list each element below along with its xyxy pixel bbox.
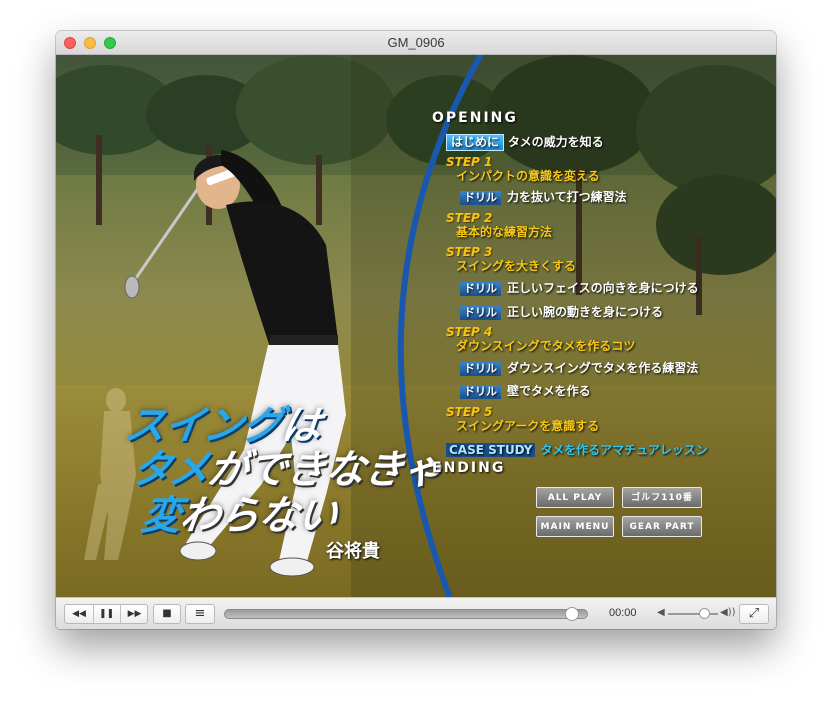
video-frame[interactable]: スイングは タメができなきゃ 変わらない 谷将貴 OPENING はじめに タメの… (56, 55, 776, 597)
pause-button[interactable]: ❚❚ (93, 605, 121, 623)
title-line-3: 変わらない (138, 493, 340, 539)
volume-knob[interactable] (699, 608, 710, 619)
gear-part-button[interactable]: GEAR PART (622, 516, 702, 537)
menu-item-step5[interactable]: STEP 5 スイングアークを意識する (446, 405, 599, 433)
menu-item-step4-drill2[interactable]: ドリル 壁でタメを作る (460, 382, 591, 399)
playlist-button[interactable]: ≡ (185, 604, 215, 624)
rewind-button[interactable]: ◀◀ (65, 605, 94, 623)
fullscreen-button[interactable]: ⤢ (739, 604, 769, 624)
menu-item-step1[interactable]: STEP 1 インパクトの意識を変える (446, 155, 600, 183)
time-display: 00:00 (609, 607, 637, 619)
forward-button[interactable]: ▶▶ (121, 605, 148, 623)
seek-bar[interactable] (224, 607, 588, 621)
menu-item-step1-drill1[interactable]: ドリル 力を抜いて打つ練習法 (460, 188, 627, 205)
menu-opening[interactable]: OPENING (432, 110, 518, 126)
golf110-button[interactable]: ゴルフ110番 (622, 487, 702, 508)
menu-item-step2[interactable]: STEP 2 基本的な練習方法 (446, 211, 552, 239)
author-name: 谷将貴 (326, 541, 380, 562)
menu-item-step4[interactable]: STEP 4 ダウンスイングでタメを作るコツ (446, 325, 635, 353)
menu-ending[interactable]: ENDING (432, 460, 505, 476)
title-bar[interactable]: GM_0906 (56, 31, 776, 55)
player-window: GM_0906 スイングは タメができなきゃ 変わらない 谷将貴 OPENING… (56, 31, 776, 629)
main-menu-button[interactable]: MAIN MENU (536, 516, 614, 537)
all-play-button[interactable]: ALL PLAY (536, 487, 614, 508)
volume-low-icon: ◀ (657, 607, 665, 618)
volume-high-icon: ◀)) (720, 607, 736, 618)
window-title: GM_0906 (387, 35, 445, 50)
menu-item-step3-drill2[interactable]: ドリル 正しい腕の動きを身につける (460, 303, 663, 320)
menu-item-case-study[interactable]: CASE STUDY タメを作るアマチュアレッスン (446, 441, 708, 458)
menu-item-step3-drill1[interactable]: ドリル 正しいフェイスの向きを身につける (460, 279, 699, 296)
transport-group: ◀◀ ❚❚ ▶▶ (64, 604, 148, 624)
stop-button[interactable]: ■ (153, 604, 181, 624)
menu-item-intro[interactable]: はじめに タメの威力を知る (446, 133, 604, 151)
volume-slider[interactable] (668, 608, 718, 619)
menu-item-step4-drill1[interactable]: ドリル ダウンスイングでタメを作る練習法 (460, 359, 698, 376)
intro-tag: はじめに (446, 134, 505, 151)
control-bar: ◀◀ ❚❚ ▶▶ ■ ≡ 00:00 ◀ ◀)) ⤢ (56, 597, 776, 629)
menu-item-step3[interactable]: STEP 3 スイングを大きくする (446, 245, 576, 273)
seek-knob[interactable] (565, 607, 579, 621)
